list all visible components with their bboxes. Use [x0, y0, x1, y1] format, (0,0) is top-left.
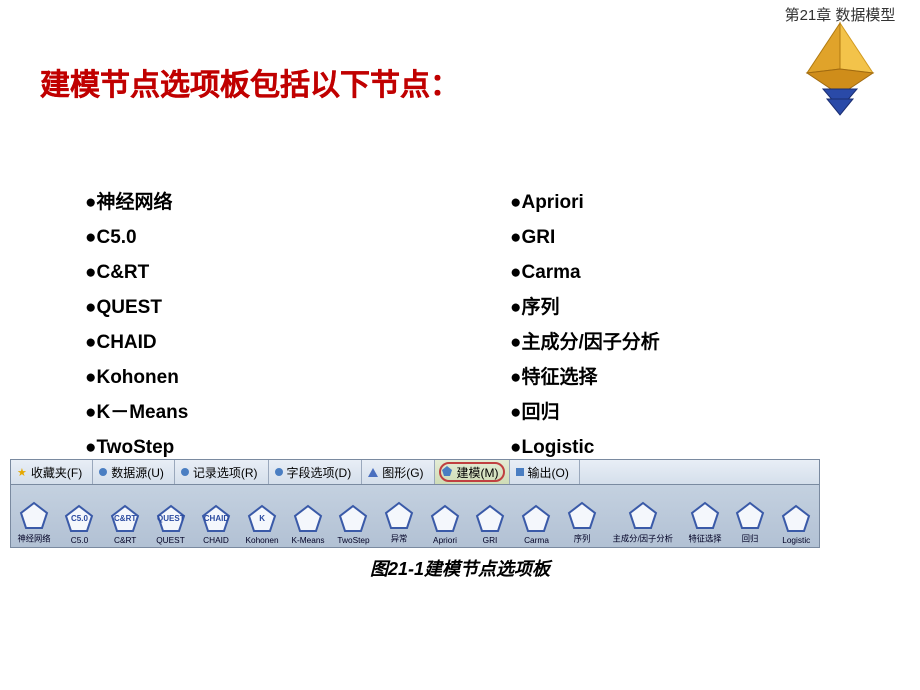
- list-item: ●特征选择: [510, 360, 660, 395]
- list-item: ●K－Means: [85, 395, 188, 430]
- node-label: 回归: [742, 533, 759, 545]
- node-icon: [628, 501, 658, 531]
- node-label: 主成分/因子分析: [613, 533, 673, 545]
- node-icon: [293, 504, 323, 534]
- node-label: Carma: [524, 535, 549, 544]
- node-icon: [384, 501, 414, 531]
- node-label: K-Means: [291, 535, 324, 544]
- node-list-left: ●神经网络 ●C5.0 ●C&RT ●QUEST ●CHAID ●Kohonen…: [85, 185, 188, 465]
- list-item: ●C&RT: [85, 255, 188, 290]
- node-icon: [475, 504, 505, 534]
- circle-icon: [181, 468, 189, 476]
- star-icon: ★: [17, 466, 27, 479]
- node-label: Apriori: [433, 535, 457, 544]
- palette-node[interactable]: C5.0C5.0: [57, 504, 103, 545]
- list-item: ●Kohonen: [85, 360, 188, 395]
- slide-header: 第21章 数据模型: [760, 4, 920, 121]
- node-label: C5.0: [71, 535, 88, 544]
- palette-node[interactable]: 回归: [728, 501, 774, 545]
- palette-node[interactable]: KKohonen: [239, 504, 285, 545]
- palette-node[interactable]: 序列: [559, 501, 605, 545]
- list-item: ●C5.0: [85, 220, 188, 255]
- tab-field-ops[interactable]: 字段选项(D): [269, 460, 363, 484]
- node-icon: [690, 501, 720, 531]
- node-label: GRI: [483, 535, 498, 544]
- node-icon: K: [247, 504, 277, 534]
- tab-output[interactable]: 输出(O): [510, 460, 580, 484]
- palette-node[interactable]: K-Means: [285, 504, 331, 545]
- palette-node[interactable]: QUESTQUEST: [148, 504, 194, 545]
- palette-node[interactable]: 主成分/因子分析: [605, 501, 682, 545]
- palette-tabs: ★收藏夹(F) 数据源(U) 记录选项(R) 字段选项(D) 图形(G) 建模(…: [11, 460, 819, 485]
- node-icon: [735, 501, 765, 531]
- node-label: Kohonen: [246, 535, 279, 544]
- list-item: ●主成分/因子分析: [510, 325, 660, 360]
- palette-node[interactable]: 神经网络: [11, 501, 57, 545]
- palette-node-row: 神经网络C5.0C5.0C&RTC&RTQUESTQUESTCHAIDCHAID…: [11, 485, 819, 547]
- palette-node[interactable]: Logistic: [773, 504, 819, 545]
- list-item: ●GRI: [510, 220, 660, 255]
- pentagon-icon: [441, 465, 453, 480]
- node-label: 特征选择: [688, 533, 721, 545]
- list-item: ●回归: [510, 395, 660, 430]
- node-label: 神经网络: [17, 533, 50, 545]
- node-icon: [567, 501, 597, 531]
- node-icon: [430, 504, 460, 534]
- palette-node[interactable]: C&RTC&RT: [102, 504, 148, 545]
- node-icon: [338, 504, 368, 534]
- chapter-label: 第21章 数据模型: [760, 4, 920, 25]
- node-icon: C5.0: [64, 504, 94, 534]
- slide-title: 建模节点选项板包括以下节点：: [40, 60, 460, 104]
- list-item: ●Carma: [510, 255, 660, 290]
- modeling-palette: ★收藏夹(F) 数据源(U) 记录选项(R) 字段选项(D) 图形(G) 建模(…: [10, 459, 820, 548]
- palette-node[interactable]: TwoStep: [331, 504, 377, 545]
- tab-modeling[interactable]: 建模(M): [435, 460, 510, 484]
- node-icon: CHAID: [201, 504, 231, 534]
- node-label: Logistic: [782, 535, 810, 544]
- circle-icon: [275, 468, 283, 476]
- node-label: 异常: [391, 533, 408, 545]
- node-icon: C&RT: [110, 504, 140, 534]
- pyramid-logo: [760, 11, 920, 121]
- palette-node[interactable]: 异常: [376, 501, 422, 545]
- node-label: 序列: [573, 533, 590, 545]
- tab-favorites[interactable]: ★收藏夹(F): [11, 460, 93, 484]
- node-icon: [781, 504, 811, 534]
- square-icon: [516, 468, 524, 476]
- list-item: ●CHAID: [85, 325, 188, 360]
- triangle-icon: [368, 468, 378, 477]
- node-icon: [19, 501, 49, 531]
- node-label: CHAID: [204, 535, 230, 544]
- palette-node[interactable]: Carma: [513, 504, 559, 545]
- node-icon: [521, 504, 551, 534]
- node-label: C&RT: [114, 535, 136, 544]
- node-label: TwoStep: [337, 535, 369, 544]
- palette-node[interactable]: 特征选择: [682, 501, 728, 545]
- node-icon: QUEST: [156, 504, 186, 534]
- node-label: QUEST: [157, 535, 186, 544]
- list-item: ●Apriori: [510, 185, 660, 220]
- circle-icon: [99, 468, 107, 476]
- list-item: ●序列: [510, 290, 660, 325]
- figure-caption: 图21-1建模节点选项板: [0, 555, 920, 581]
- palette-node[interactable]: Apriori: [422, 504, 468, 545]
- palette-node[interactable]: CHAIDCHAID: [194, 504, 240, 545]
- list-item: ●神经网络: [85, 185, 188, 220]
- tab-sources[interactable]: 数据源(U): [93, 460, 175, 484]
- list-item: ●QUEST: [85, 290, 188, 325]
- tab-graphs[interactable]: 图形(G): [362, 460, 434, 484]
- node-list-right: ●Apriori ●GRI ●Carma ●序列 ●主成分/因子分析 ●特征选择…: [510, 185, 660, 465]
- tab-record-ops[interactable]: 记录选项(R): [175, 460, 269, 484]
- palette-node[interactable]: GRI: [468, 504, 514, 545]
